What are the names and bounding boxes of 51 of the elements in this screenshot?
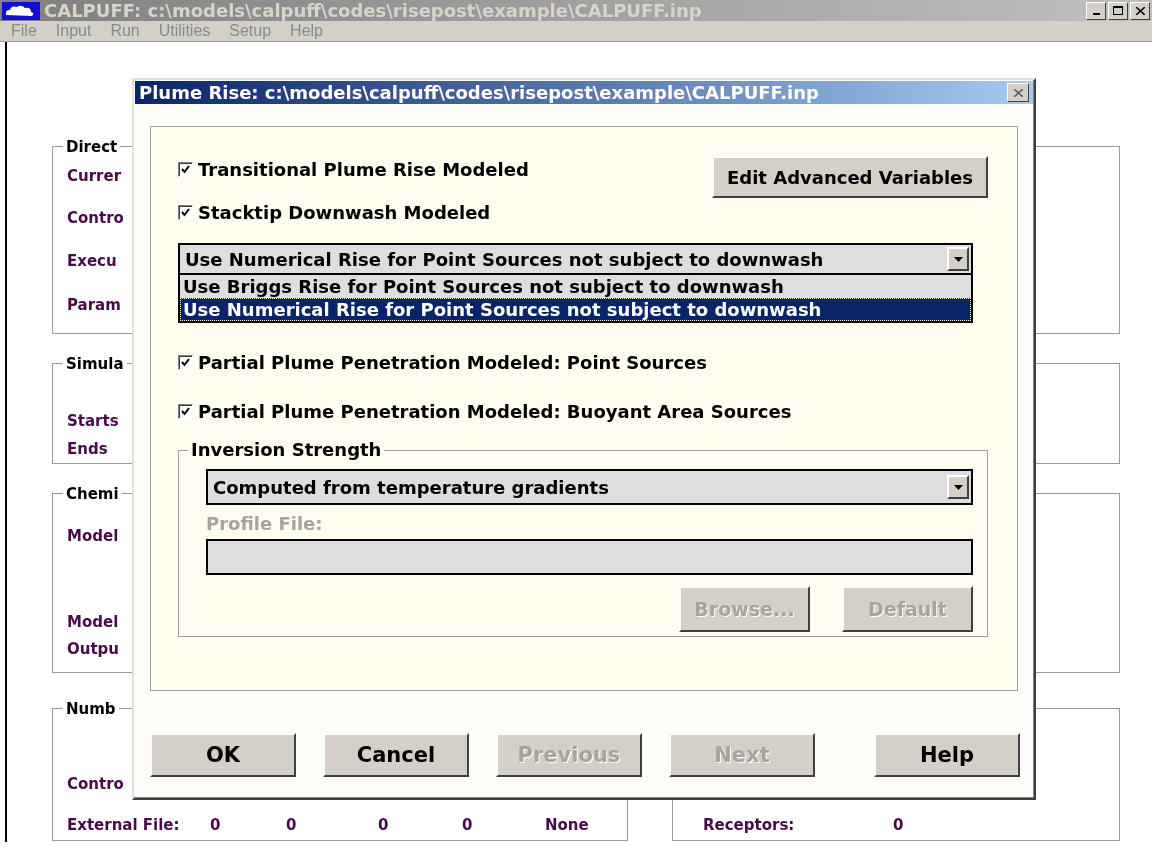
button[interactable]: OK — [150, 733, 296, 777]
caret-icon — [953, 484, 963, 490]
close-icon — [1013, 88, 1023, 97]
field-value: None — [545, 815, 589, 835]
group-title: Inversion Strength — [188, 439, 385, 460]
field-value: 0 — [378, 815, 389, 835]
checkbox-label[interactable]: Stacktip Downwash Modeled — [198, 201, 491, 223]
dialog-title: Plume Rise: c:\models\calpuff\codes\risepost\example\CALPUFF.inp — [139, 82, 820, 103]
minimize-button[interactable] — [1086, 1, 1106, 20]
field-label: Param — [67, 295, 121, 315]
maximize-icon — [1113, 6, 1123, 15]
field-label: Execu — [67, 251, 117, 271]
field-label: Currer — [67, 166, 122, 186]
minimize-icon — [1092, 12, 1100, 15]
field-value: 0 — [462, 815, 473, 835]
checkbox[interactable] — [178, 161, 193, 177]
field-label: External File: — [67, 815, 180, 835]
window-title: CALPUFF: c:\models\calpuff\codes\risepost\example\CALPUFF.inp — [44, 0, 703, 21]
cloud-icon — [2, 1, 40, 20]
checkbox[interactable] — [178, 403, 193, 419]
field-label: Receptors: — [703, 815, 795, 835]
field-label: Outpu — [67, 639, 120, 659]
field-value: 0 — [893, 815, 904, 835]
caret-icon — [953, 256, 963, 262]
button[interactable]: Cancel — [323, 733, 469, 777]
field-value: 0 — [210, 815, 221, 835]
field-label: Model — [67, 612, 119, 632]
close-button[interactable] — [1130, 1, 1150, 20]
field-label: Contro — [67, 208, 124, 228]
dropdown[interactable]: Use Numerical Rise for Point Sources not subject to downwash — [178, 243, 973, 275]
field-label: Contro — [67, 774, 124, 794]
field-label: Ends — [67, 439, 108, 459]
dropdown[interactable]: Computed from temperature gradients — [206, 469, 973, 505]
close-icon — [1135, 6, 1145, 15]
checkbox-label[interactable]: Partial Plume Penetration Modeled: Point Sources — [198, 351, 707, 373]
dropdown-arrow-button[interactable] — [947, 247, 969, 271]
field-label: Profile File: — [206, 513, 324, 534]
field-label: Model — [67, 526, 119, 546]
checkbox-label[interactable]: Partial Plume Penetration Modeled: Buoyant Area Sources — [198, 400, 792, 422]
checkbox[interactable] — [178, 354, 193, 370]
field-label: Starts — [67, 411, 119, 431]
checkbox[interactable] — [178, 204, 193, 220]
edit-advanced-button[interactable]: Edit Advanced Variables — [712, 156, 988, 198]
maximize-button[interactable] — [1108, 1, 1128, 20]
field-value: 0 — [286, 815, 297, 835]
dropdown-option[interactable]: Use Briggs Rise for Point Sources not subject to downwash — [180, 275, 971, 298]
button[interactable]: Help — [874, 733, 1020, 777]
dropdown-option[interactable]: Use Numerical Rise for Point Sources not subject to downwash — [180, 298, 971, 321]
dropdown-arrow-button[interactable] — [947, 475, 969, 499]
close-button[interactable] — [1007, 83, 1029, 102]
checkbox-label[interactable]: Transitional Plume Rise Modeled — [198, 158, 529, 180]
